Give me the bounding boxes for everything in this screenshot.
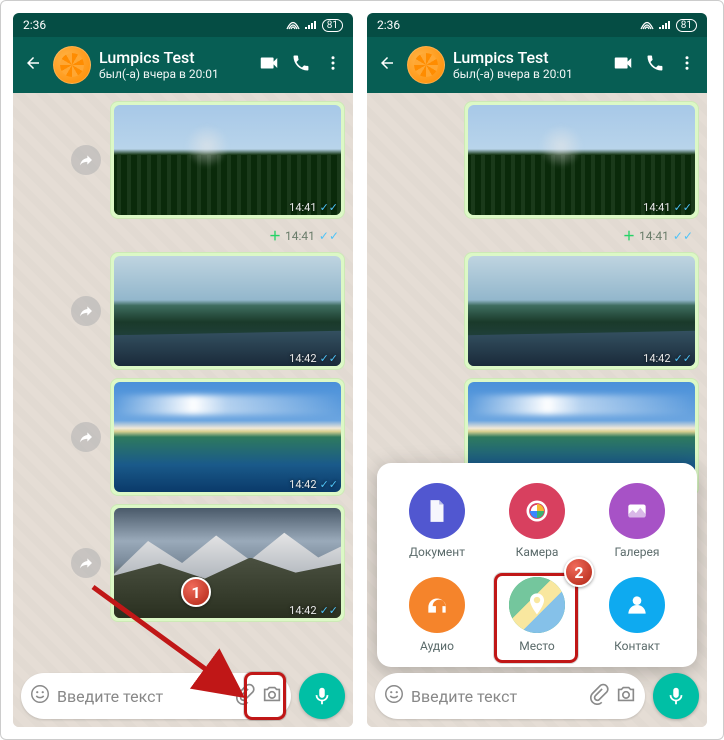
read-check-icon: ✓✓ xyxy=(320,352,338,365)
header-title-block[interactable]: Lumpics Test был(-а) вчера в 20:01 xyxy=(453,48,603,82)
attach-label: Контакт xyxy=(614,639,660,653)
input-bar: Введите текст xyxy=(367,665,707,727)
extra-time: 14:41 xyxy=(285,229,315,243)
header-title-block[interactable]: Lumpics Test был(-а) вчера в 20:01 xyxy=(99,48,249,82)
voice-call-icon[interactable] xyxy=(289,53,313,77)
more-icon[interactable] xyxy=(675,54,699,76)
attach-label: Камера xyxy=(516,545,559,559)
message-time: 14:42 xyxy=(289,604,316,617)
extra-count-row: ＋ 14:41 ✓✓ xyxy=(617,227,699,244)
status-icons: 81 xyxy=(640,19,697,32)
battery-badge: 81 xyxy=(676,19,697,32)
forward-icon[interactable] xyxy=(71,548,101,578)
message-image[interactable]: 14:41 ✓✓ xyxy=(110,101,345,219)
read-check-icon: ✓✓ xyxy=(674,352,692,365)
forward-icon[interactable] xyxy=(71,296,101,326)
status-icons: 81 xyxy=(286,19,343,32)
chat-header: Lumpics Test был(-а) вчера в 20:01 xyxy=(13,37,353,93)
attach-audio[interactable]: Аудио xyxy=(387,577,487,653)
attach-label: Аудио xyxy=(420,639,454,653)
callout-arrow-1 xyxy=(73,577,253,717)
video-call-icon[interactable] xyxy=(257,52,281,78)
attach-camera[interactable]: Камера xyxy=(487,483,587,559)
document-icon xyxy=(409,483,465,539)
emoji-icon[interactable] xyxy=(29,683,51,709)
read-check-icon: ✓✓ xyxy=(674,201,692,214)
status-time: 2:36 xyxy=(23,18,46,32)
attach-label: Документ xyxy=(409,545,465,559)
attach-document[interactable]: Документ xyxy=(387,483,487,559)
read-check-icon: ✓✓ xyxy=(320,604,338,617)
last-seen: был(-а) вчера в 20:01 xyxy=(453,67,603,81)
camera-icon[interactable] xyxy=(615,683,637,709)
contact-name: Lumpics Test xyxy=(99,48,249,67)
message-image[interactable]: 14:42 ✓✓ xyxy=(110,252,345,370)
chat-header: Lumpics Test был(-а) вчера в 20:01 xyxy=(367,37,707,93)
plus-icon: ＋ xyxy=(623,227,635,244)
read-check-icon: ✓✓ xyxy=(320,201,338,214)
read-check-icon: ✓✓ xyxy=(320,478,338,491)
emoji-icon[interactable] xyxy=(383,683,405,709)
voice-call-icon[interactable] xyxy=(643,53,667,77)
callout-badge-2: 2 xyxy=(564,557,594,587)
person-icon xyxy=(609,577,665,633)
input-placeholder: Введите текст xyxy=(411,687,581,706)
back-icon[interactable] xyxy=(21,54,45,76)
forward-icon[interactable] xyxy=(71,422,101,452)
camera-color-icon xyxy=(509,483,565,539)
more-icon[interactable] xyxy=(321,54,345,76)
contact-name: Lumpics Test xyxy=(453,48,603,67)
status-bar: 2:36 81 xyxy=(13,13,353,37)
mic-button[interactable] xyxy=(299,673,345,719)
text-input[interactable]: Введите текст xyxy=(375,673,645,719)
phone-left: 2:36 81 Lumpics Test был(-а) вчера в 20:… xyxy=(13,13,353,727)
attach-contact[interactable]: Контакт xyxy=(587,577,687,653)
attach-label: Галерея xyxy=(615,545,660,559)
extra-count-row: ＋ 14:41 ✓✓ xyxy=(263,227,345,244)
read-check-icon: ✓✓ xyxy=(673,229,693,243)
video-call-icon[interactable] xyxy=(611,52,635,78)
headphones-icon xyxy=(409,577,465,633)
message-time: 14:41 xyxy=(643,201,670,214)
gallery-icon xyxy=(609,483,665,539)
back-icon[interactable] xyxy=(375,54,399,76)
message-time: 14:42 xyxy=(289,352,316,365)
phone-right: 2:36 81 Lumpics Test был(-а) вчера в 20:… xyxy=(367,13,707,727)
forward-icon[interactable] xyxy=(71,145,101,175)
battery-badge: 81 xyxy=(322,19,343,32)
attach-gallery[interactable]: Галерея xyxy=(587,483,687,559)
message-image[interactable]: 14:42 ✓✓ xyxy=(110,378,345,496)
last-seen: был(-а) вчера в 20:01 xyxy=(99,67,249,81)
message-image[interactable]: 14:41 ✓✓ xyxy=(464,101,699,219)
avatar[interactable] xyxy=(53,46,91,84)
mic-button[interactable] xyxy=(653,673,699,719)
attach-icon[interactable] xyxy=(587,683,609,709)
avatar[interactable] xyxy=(407,46,445,84)
message-time: 14:42 xyxy=(289,478,316,491)
read-check-icon: ✓✓ xyxy=(319,229,339,243)
plus-icon: ＋ xyxy=(269,227,281,244)
message-time: 14:42 xyxy=(643,352,670,365)
message-time: 14:41 xyxy=(289,201,316,214)
status-bar: 2:36 81 xyxy=(367,13,707,37)
status-time: 2:36 xyxy=(377,18,400,32)
extra-time: 14:41 xyxy=(639,229,669,243)
message-image[interactable]: 14:42 ✓✓ xyxy=(464,252,699,370)
